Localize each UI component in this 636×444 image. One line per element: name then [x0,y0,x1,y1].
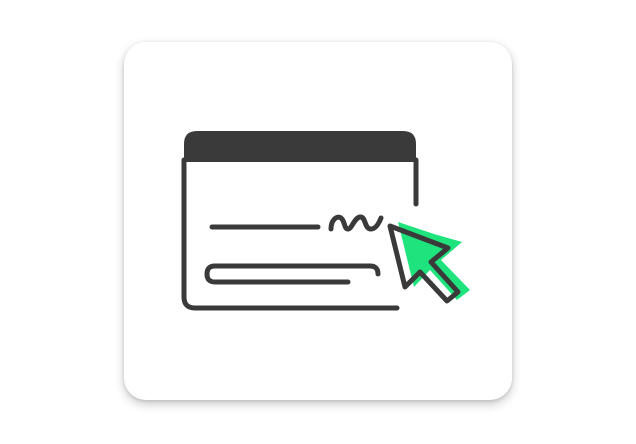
input-field-bar [204,263,381,285]
input-field-outline [204,263,381,285]
pointer-cursor-icon [387,222,470,304]
icon-stage [0,0,636,444]
e-signature-document-icon [181,131,470,311]
window-title-bar [184,131,416,162]
signature-area [209,214,384,232]
window-outline [181,157,419,311]
signature-scribble [328,214,384,232]
